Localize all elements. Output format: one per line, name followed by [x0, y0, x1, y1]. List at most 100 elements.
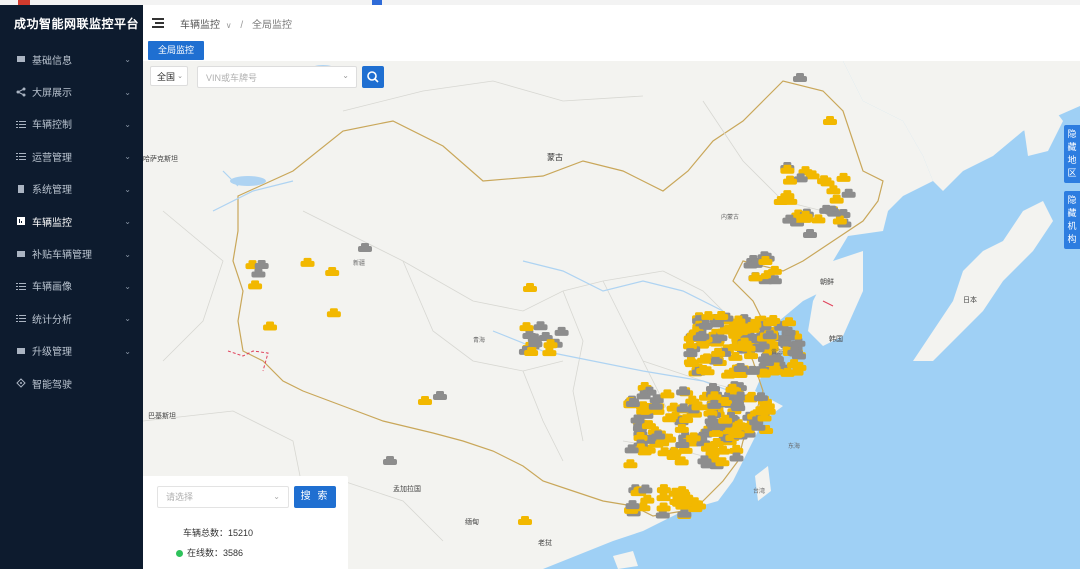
- chevron-down-icon: ∨: [225, 20, 232, 30]
- diamond-icon: [16, 378, 26, 388]
- chevron-down-icon: ⌄: [124, 249, 131, 259]
- chevron-down-icon: ⌄: [177, 73, 183, 80]
- grid-icon: [16, 346, 26, 356]
- sidebar-item-label: 运营管理: [32, 152, 72, 164]
- map-label: 缅甸: [465, 519, 479, 526]
- chevron-down-icon: ⌄: [124, 87, 131, 97]
- region-select[interactable]: 全国 ⌄: [150, 66, 188, 86]
- map-label: 朝鲜: [820, 279, 834, 286]
- list-icon: [16, 281, 26, 291]
- land-area: [755, 466, 771, 501]
- list-icon: [16, 313, 26, 323]
- region-select-value: 全国: [157, 72, 176, 82]
- toggle-char: 区: [1067, 168, 1077, 178]
- map-label: 黄海: [771, 350, 784, 356]
- share-icon: [16, 87, 26, 97]
- map-label: 青海: [473, 338, 486, 344]
- map-label: 韩国: [829, 336, 843, 343]
- stats-search-button[interactable]: 搜 索: [294, 486, 336, 508]
- chevron-down-icon: ⌄: [124, 119, 131, 129]
- toggle-char: 机: [1067, 221, 1077, 231]
- vin-search-field[interactable]: ⌄: [197, 66, 357, 89]
- sidebar-item[interactable]: 补贴车辆管理 ⌄: [0, 237, 143, 269]
- header: 车辆监控 ∨ / 全局监控: [143, 5, 1080, 42]
- toggle-char: 藏: [1067, 142, 1077, 152]
- map-label: 新疆: [353, 261, 366, 267]
- vehicle-marker[interactable]: [782, 317, 797, 327]
- menu-toggle-icon[interactable]: [152, 16, 166, 30]
- sidebar-item[interactable]: 车辆画像 ⌄: [0, 270, 143, 302]
- breadcrumb-parent[interactable]: 车辆监控: [180, 20, 220, 31]
- chevron-down-icon: ⌄: [273, 492, 280, 501]
- breadcrumb: 车辆监控 ∨ / 全局监控: [180, 16, 292, 31]
- sidebar-item[interactable]: 基础信息 ⌄: [0, 43, 143, 75]
- sidebar-item-label: 升级管理: [32, 347, 72, 359]
- online-count-label: 在线数：: [187, 548, 224, 558]
- toggle-char: 隐: [1067, 195, 1077, 205]
- map-label: 台湾: [753, 489, 766, 495]
- org-select-placeholder: 请选择: [166, 492, 194, 502]
- sidebar-item-label: 大屏展示: [32, 88, 72, 100]
- sidebar-item[interactable]: 统计分析 ⌄: [0, 302, 143, 334]
- online-status-dot: [176, 550, 183, 558]
- sidebar-item[interactable]: 智能驾驶: [0, 367, 143, 399]
- sidebar-item[interactable]: 升级管理 ⌄: [0, 335, 143, 367]
- sidebar-item[interactable]: 运营管理 ⌄: [0, 140, 143, 172]
- hide-region-label: 隐藏地区: [1064, 128, 1080, 180]
- sidebar-item[interactable]: 车辆控制 ⌄: [0, 108, 143, 140]
- sidebar-item-label: 车辆画像: [32, 282, 72, 294]
- tab-global-monitor[interactable]: 全局监控: [148, 41, 205, 60]
- lake: [230, 176, 266, 186]
- chevron-down-icon: ⌄: [124, 184, 131, 194]
- map-view[interactable]: 蒙古 朝鲜 韩国 日本 哈萨克斯坦 巴基斯坦 孟加拉国 缅甸 老挝 新疆 青海 内蒙古 黄海 东海 台湾 全…: [143, 61, 1080, 569]
- sidebar-item[interactable]: 车辆监控 ⌄: [0, 205, 143, 237]
- sidebar-item-label: 系统管理: [32, 185, 72, 197]
- chevron-down-icon: ⌄: [124, 55, 131, 65]
- list-icon: [16, 119, 26, 129]
- breadcrumb-separator: /: [240, 19, 244, 31]
- vehicle-total-value: 15210: [228, 528, 254, 538]
- map-label: 日本: [963, 297, 977, 304]
- breadcrumb-current: 全局监控: [251, 19, 292, 31]
- grid-icon: [16, 54, 26, 64]
- sidebar-item-label: 智能驾驶: [32, 379, 72, 391]
- map-search-button[interactable]: [362, 66, 384, 88]
- vehicle-total: 车辆总数：15210: [183, 526, 253, 539]
- vehicle-total-label: 车辆总数：: [183, 528, 229, 538]
- sidebar-item-label: 车辆控制: [32, 120, 72, 132]
- sidebar: 成功智能网联监控平台 基础信息 ⌄ 大屏展示 ⌄ 车辆控制 ⌄ 运营管理 ⌄ 系统管理 ⌄ 车辆监控…: [0, 5, 143, 569]
- map-label: 内蒙古: [721, 215, 740, 221]
- vin-search-input[interactable]: [204, 67, 338, 89]
- grid-icon: [16, 249, 26, 259]
- toggle-char: 地: [1067, 155, 1077, 165]
- map-label: 蒙古: [547, 153, 563, 162]
- chevron-down-icon: ⌄: [124, 346, 131, 356]
- online-count: 在线数：3586: [176, 546, 243, 559]
- tabs-bar: 全局监控: [143, 41, 1080, 61]
- hide-org-toggle[interactable]: 隐藏机构: [1064, 191, 1080, 249]
- sidebar-menu: 基础信息 ⌄ 大屏展示 ⌄ 车辆控制 ⌄ 运营管理 ⌄ 系统管理 ⌄ 车辆监控 ⌄ 补贴车辆管理 ⌄ 车辆画…: [0, 43, 143, 399]
- stats-panel: 请选择 ⌄ 搜 索 车辆总数：15210 在线数：3586: [143, 476, 348, 569]
- chevron-down-icon: ⌄: [342, 71, 349, 80]
- chevron-down-icon: ⌄: [124, 152, 131, 162]
- map-label: 巴基斯坦: [148, 413, 176, 420]
- map-label: 东海: [788, 444, 801, 450]
- document-icon: [16, 184, 26, 194]
- sidebar-item[interactable]: 大屏展示 ⌄: [0, 75, 143, 107]
- chevron-down-icon: ⌄: [124, 217, 131, 227]
- chevron-down-icon: ⌄: [124, 281, 131, 291]
- chevron-down-icon: ⌄: [124, 314, 131, 324]
- chart-icon: [16, 216, 26, 226]
- app-title: 成功智能网联监控平台: [14, 17, 140, 31]
- toggle-char: 构: [1067, 234, 1077, 244]
- list-icon: [16, 151, 26, 161]
- sidebar-item-label: 补贴车辆管理: [32, 250, 92, 262]
- org-select[interactable]: 请选择 ⌄: [157, 486, 289, 508]
- sidebar-item-label: 基础信息: [32, 55, 72, 67]
- hide-region-toggle[interactable]: 隐藏地区: [1064, 125, 1080, 183]
- sidebar-item-label: 车辆监控: [32, 217, 72, 229]
- online-count-value: 3586: [223, 548, 244, 558]
- land-area: [613, 551, 638, 569]
- land-area: [913, 201, 1053, 361]
- sidebar-item[interactable]: 系统管理 ⌄: [0, 173, 143, 205]
